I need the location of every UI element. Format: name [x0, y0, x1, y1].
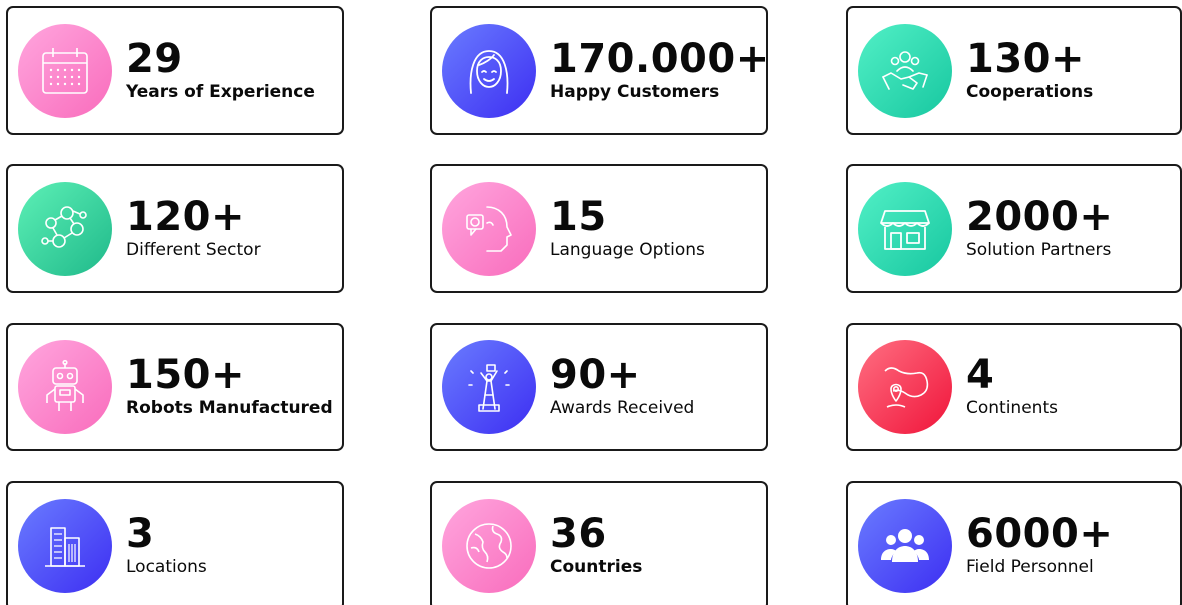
team-icon — [858, 499, 952, 593]
stat-label: Locations — [126, 557, 207, 577]
stat-label: Language Options — [550, 239, 705, 260]
stat-label: Field Personnel — [966, 557, 1094, 577]
stats-grid: 29 Years of Experience 170.000+ Happy Cu… — [0, 0, 1182, 605]
stat-card-languages: 15 Language Options — [430, 164, 768, 293]
stat-card-customers: 170.000+ Happy Customers — [430, 6, 768, 135]
stat-card-sectors: 120+ Different Sector — [6, 164, 344, 293]
stat-card-continents: 4 Continents — [846, 323, 1182, 451]
stat-card-personnel: 6000+ Field Personnel — [846, 481, 1182, 605]
stat-value: 90+ — [550, 352, 641, 398]
stat-label: Different Sector — [126, 239, 261, 260]
stat-value: 15 — [550, 193, 607, 240]
network-people-icon — [18, 181, 112, 276]
stat-value: 130+ — [966, 35, 1086, 82]
stat-card-countries: 36 Countries — [430, 481, 768, 605]
trophy-winner-icon — [442, 340, 536, 434]
robot-icon — [18, 340, 112, 434]
stat-card-locations: 3 Locations — [6, 481, 344, 605]
stat-label: Robots Manufactured — [126, 398, 333, 418]
stat-value: 4 — [966, 352, 995, 398]
stat-label: Continents — [966, 398, 1058, 418]
stat-value: 3 — [126, 511, 155, 557]
stat-label: Solution Partners — [966, 239, 1112, 260]
stat-card-experience: 29 Years of Experience — [6, 6, 344, 135]
stat-label: Awards Received — [550, 398, 695, 418]
stat-value: 2000+ — [966, 193, 1114, 240]
speaking-head-icon — [442, 181, 536, 276]
woman-face-icon — [442, 23, 536, 118]
stat-card-cooperations: 130+ Cooperations — [846, 6, 1182, 135]
stat-value: 150+ — [126, 352, 246, 398]
stat-value: 29 — [126, 35, 183, 82]
stat-value: 36 — [550, 511, 607, 557]
buildings-icon — [18, 499, 112, 593]
calendar-icon — [18, 23, 112, 118]
stat-value: 6000+ — [966, 511, 1114, 557]
stat-label: Countries — [550, 557, 643, 577]
stat-label: Cooperations — [966, 81, 1094, 102]
stat-card-awards: 90+ Awards Received — [430, 323, 768, 451]
storefront-icon — [858, 181, 952, 276]
stat-value: 170.000+ — [550, 35, 768, 82]
stat-value: 120+ — [126, 193, 246, 240]
stat-card-partners: 2000+ Solution Partners — [846, 164, 1182, 293]
map-pin-icon — [858, 340, 952, 434]
stat-label: Happy Customers — [550, 81, 720, 102]
stat-label: Years of Experience — [126, 81, 315, 102]
handshake-icon — [858, 23, 952, 118]
globe-icon — [442, 499, 536, 593]
stat-card-robots: 150+ Robots Manufactured — [6, 323, 344, 451]
